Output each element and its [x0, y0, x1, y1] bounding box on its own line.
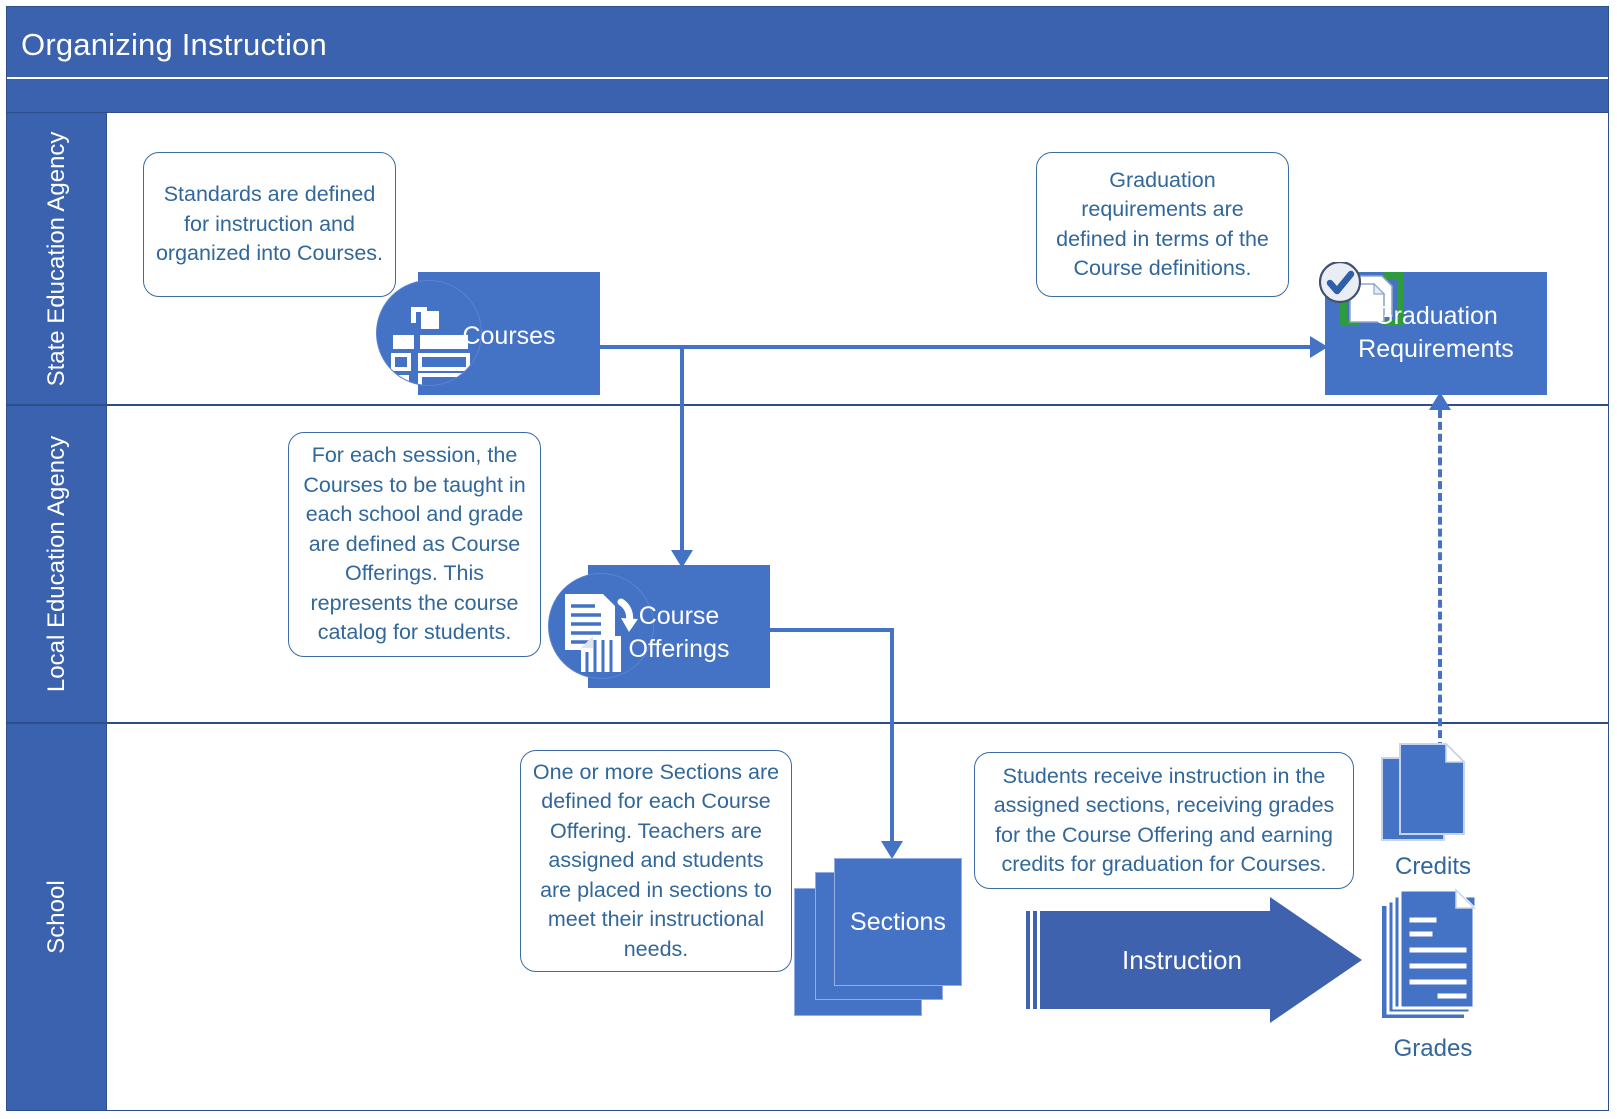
- callout-graduation-requirements: Graduation requirements are defined in t…: [1036, 152, 1289, 297]
- swimlane-local-education-agency: Local Education Agency: [7, 405, 1608, 723]
- callout-course-offerings: For each session, the Courses to be taug…: [288, 432, 541, 657]
- title-band: Organizing Instruction: [7, 7, 1608, 77]
- connector-course-offerings-to-sections-v: [890, 628, 894, 846]
- subtitle-band: [7, 79, 1608, 112]
- diagram-canvas: Organizing Instruction State Education A…: [0, 0, 1617, 1119]
- callout-instruction-text: Students receive instruction in the assi…: [993, 763, 1335, 877]
- swimlane-label-school: School: [42, 880, 70, 954]
- lined-document-stack-icon[interactable]: [1378, 888, 1490, 1030]
- swimlane-label-state-education-agency: State Education Agency: [42, 131, 70, 386]
- callout-standards: Standards are defined for instruction an…: [143, 152, 396, 297]
- swimlane-header-school: School: [7, 724, 107, 1110]
- node-course-offerings-label: Course Offerings: [628, 602, 730, 663]
- connector-credits-to-graduation-requirements: [1438, 410, 1442, 750]
- callout-sections-text: One or more Sections are defined for eac…: [532, 759, 780, 961]
- node-graduation-requirements-label: Graduation Requirements: [1358, 302, 1514, 363]
- callout-sections: One or more Sections are defined for eac…: [520, 750, 792, 972]
- node-sections-label: Sections: [850, 908, 946, 936]
- node-instruction-label: Instruction: [1122, 945, 1242, 975]
- node-grades-label: Grades: [1393, 1035, 1473, 1062]
- callout-graduation-requirements-text: Graduation requirements are defined in t…: [1056, 167, 1269, 281]
- connector-courses-to-course-offerings: [680, 345, 684, 555]
- callout-standards-text: Standards are defined for instruction an…: [155, 182, 384, 266]
- callout-course-offerings-text: For each session, the Courses to be taug…: [303, 443, 526, 645]
- arrowhead-to-sections: [881, 841, 903, 859]
- callout-instruction: Students receive instruction in the assi…: [974, 752, 1354, 889]
- swimlane-label-local-education-agency: Local Education Agency: [42, 435, 70, 693]
- connector-courses-to-graduation-requirements: [600, 345, 1325, 349]
- page-title: Organizing Instruction: [21, 27, 327, 62]
- document-stack-icon[interactable]: [1378, 740, 1488, 850]
- swimlane-header-local-education-agency: Local Education Agency: [7, 406, 107, 722]
- swimlane-header-state-education-agency: State Education Agency: [7, 113, 107, 404]
- node-courses-label: Courses: [462, 322, 556, 350]
- node-credits-label: Credits: [1394, 853, 1472, 880]
- node-instruction[interactable]: Instruction: [1026, 895, 1366, 1030]
- connector-course-offerings-to-sections-h: [770, 628, 894, 632]
